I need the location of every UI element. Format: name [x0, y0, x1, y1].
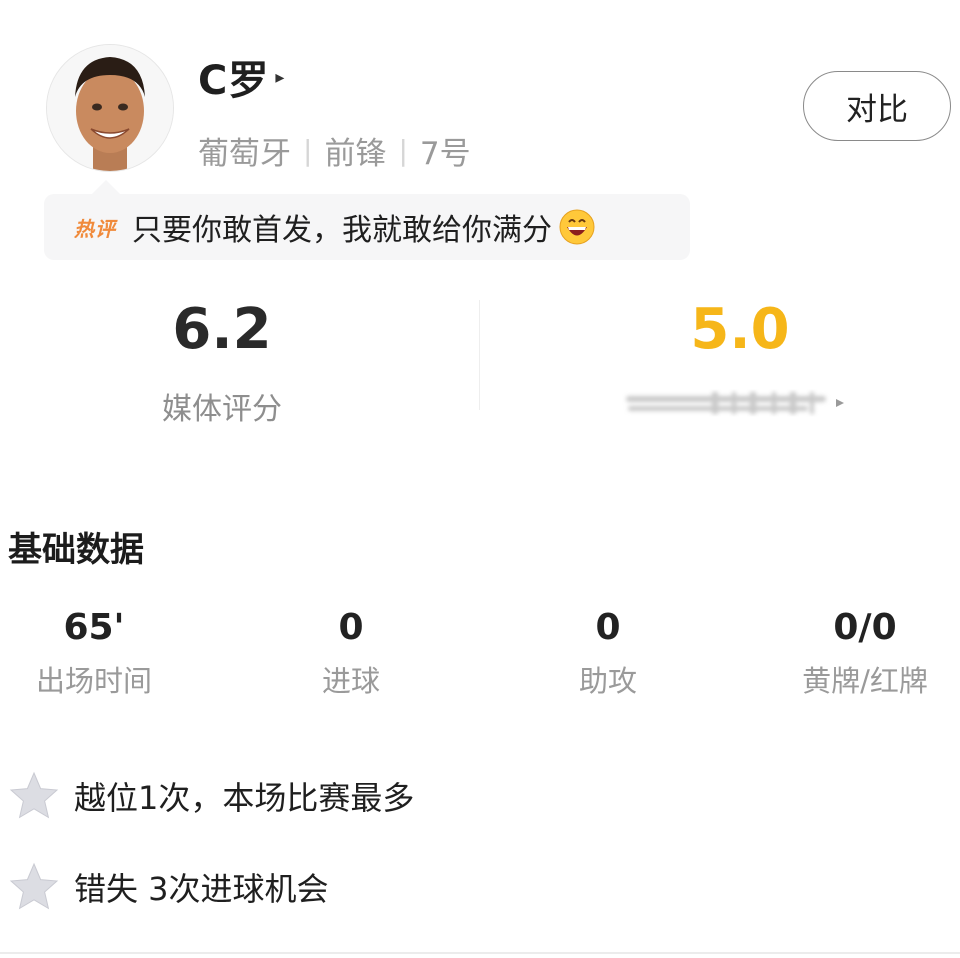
stat-value: 0	[338, 607, 364, 648]
player-country: 葡萄牙	[198, 136, 291, 172]
player-name: C罗	[198, 58, 270, 104]
media-rating-value: 6.2	[172, 297, 272, 362]
stat-label: 黄牌/红牌	[802, 664, 928, 698]
star-icon	[9, 771, 59, 819]
comment-pointer	[92, 180, 120, 194]
stat-goals: 0 进球	[251, 606, 451, 700]
stat-label: 进球	[321, 664, 380, 698]
star-icon	[9, 862, 59, 910]
player-number: 7号	[419, 136, 471, 172]
note-text: 越位1次，本场比赛最多	[74, 779, 415, 817]
stat-minutes: 65' 出场时间	[0, 606, 194, 700]
stat-value: 0/0	[833, 607, 897, 648]
hot-comment[interactable]: 热评 只要你敢首发，我就敢给你满分	[44, 194, 690, 260]
player-name-row[interactable]: C罗 ▸	[198, 48, 284, 106]
hot-comment-text: 只要你敢首发，我就敢给你满分	[132, 213, 552, 248]
player-photo	[47, 45, 173, 171]
media-rating: 6.2 媒体评分	[100, 298, 344, 428]
rating-divider	[479, 300, 480, 410]
stat-value: 0	[595, 607, 621, 648]
note-item: 错失 3次进球机会	[8, 861, 329, 913]
stat-assists: 0 助攻	[508, 606, 708, 700]
stat-label: 助攻	[578, 664, 637, 698]
divider: |	[303, 134, 313, 167]
stat-value: 65'	[63, 607, 125, 648]
stat-cards: 0/0 黄牌/红牌	[765, 606, 960, 700]
blurred-label	[626, 392, 844, 414]
user-rating[interactable]: 5.0	[640, 298, 840, 362]
section-title: 基础数据	[8, 530, 144, 570]
chevron-right-icon: ▸	[275, 66, 285, 88]
grinning-face-icon	[559, 209, 595, 245]
bottom-divider	[0, 952, 960, 954]
hot-comment-badge: 热评	[74, 216, 116, 241]
divider: |	[398, 134, 408, 167]
user-rating-value: 5.0	[690, 297, 790, 362]
stat-label: 出场时间	[35, 664, 152, 698]
media-rating-label: 媒体评分	[162, 392, 282, 427]
compare-button[interactable]: 对比	[803, 71, 951, 141]
player-position: 前锋	[324, 136, 387, 172]
note-text: 错失 3次进球机会	[74, 870, 329, 908]
player-avatar[interactable]	[46, 44, 174, 172]
note-item: 越位1次，本场比赛最多	[8, 770, 414, 822]
player-meta: 葡萄牙 | 前锋 | 7号	[198, 128, 471, 173]
